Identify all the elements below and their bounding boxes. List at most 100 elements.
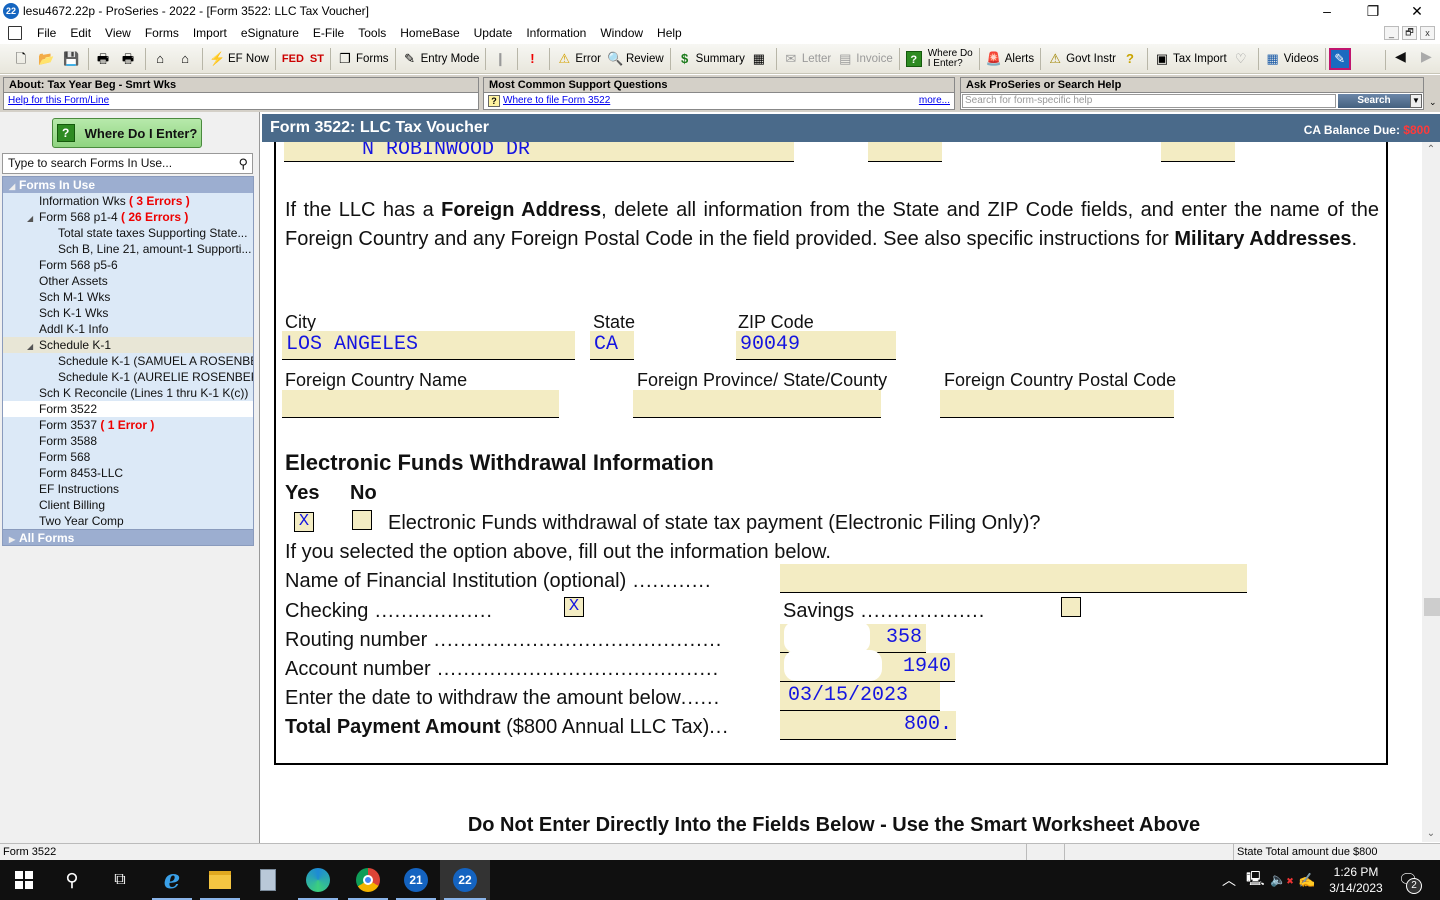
foreign-country-field[interactable] xyxy=(282,390,559,418)
action-center-button[interactable]: 🗨2 xyxy=(1398,860,1422,900)
foreign-province-field[interactable] xyxy=(633,390,881,418)
state-field[interactable]: CA xyxy=(590,331,634,360)
menu-import[interactable]: Import xyxy=(186,26,234,40)
taskbar-chrome[interactable] xyxy=(344,860,392,900)
ef-now-button[interactable]: ⚡ EF Now xyxy=(206,47,272,71)
menu-edit[interactable]: Edit xyxy=(63,26,98,40)
taskbar-calculator[interactable] xyxy=(244,860,292,900)
clock[interactable]: 1:26 PM 3/14/2023 xyxy=(1326,860,1386,900)
letter-button[interactable]: ✉ Letter xyxy=(780,47,834,71)
all-forms-header[interactable]: ▶ All Forms xyxy=(3,529,253,545)
menu-information[interactable]: Information xyxy=(519,26,593,40)
sidebar-form-item[interactable]: Sch K-1 Wks xyxy=(3,305,253,321)
help-button[interactable]: ? xyxy=(1119,47,1144,71)
taskbar-search-button[interactable]: ⚲ xyxy=(48,860,96,900)
sidebar-form-item[interactable]: Form 568 p5-6 xyxy=(3,257,253,273)
network-tray[interactable]: 🖳 xyxy=(1246,860,1265,900)
menu-forms[interactable]: Forms xyxy=(138,26,186,40)
fed-button[interactable]: FED xyxy=(279,47,307,71)
search-dropdown-icon[interactable]: ▼ xyxy=(1410,94,1422,108)
invoice-button[interactable]: ▤ Invoice xyxy=(834,47,895,71)
govt-instr-button[interactable]: ⚠ Govt Instr xyxy=(1044,47,1119,71)
st-button[interactable]: ST xyxy=(307,47,327,71)
form-scrollbar[interactable]: ⌃ ⌄ xyxy=(1422,142,1440,842)
expand-triangle-icon[interactable]: ◢ xyxy=(27,339,39,353)
foreign-postal-field[interactable] xyxy=(940,390,1174,418)
pen-tray[interactable]: ✍ xyxy=(1298,860,1315,900)
sidebar-form-item[interactable]: Information Wks ( 3 Errors ) xyxy=(3,193,253,209)
sidebar-form-item[interactable]: Form 3588 xyxy=(3,433,253,449)
menu-efile[interactable]: E-File xyxy=(306,26,351,40)
sidebar-form-item[interactable]: Form 8453-LLC xyxy=(3,465,253,481)
print-button[interactable]: 🖶 xyxy=(92,47,117,71)
sidebar-form-item[interactable]: Schedule K-1 (AURELIE ROSENBERG) xyxy=(3,369,253,385)
efw-no-checkbox[interactable] xyxy=(352,510,372,530)
scroll-down-icon[interactable]: ⌄ xyxy=(1422,826,1440,842)
ef-center-button[interactable]: ⌂ xyxy=(174,47,199,71)
alerts-button[interactable]: 🚨 Alerts xyxy=(983,47,1037,71)
menu-view[interactable]: View xyxy=(98,26,138,40)
where-do-i-enter-toolbar-button[interactable]: ? Where Do I Enter? xyxy=(903,47,976,71)
taskbar-proseries-2022[interactable]: 22 xyxy=(440,860,490,900)
withdraw-date-field[interactable]: 03/15/2023 xyxy=(780,682,940,711)
city-field[interactable]: LOS ANGELES xyxy=(282,331,575,360)
show-hidden-icons[interactable]: ︿ xyxy=(1222,860,1236,900)
total-payment-field[interactable]: 800. xyxy=(780,711,956,740)
mdi-close-button[interactable]: x xyxy=(1420,26,1435,40)
volume-tray[interactable]: 🔈✖ xyxy=(1270,860,1294,900)
heart-button[interactable]: ♡ xyxy=(1230,47,1255,71)
sidebar-form-item[interactable]: Addl K-1 Info xyxy=(3,321,253,337)
scroll-thumb[interactable] xyxy=(1424,598,1440,616)
mdi-restore-button[interactable]: 🗗 xyxy=(1402,26,1417,40)
entry-mode-button[interactable]: ✎ Entry Mode xyxy=(399,47,483,71)
financial-institution-field[interactable] xyxy=(780,564,1247,593)
forms-search-input[interactable]: Type to search Forms In Use... ⚲ xyxy=(2,153,253,174)
sidebar-form-item[interactable]: Form 568 xyxy=(3,449,253,465)
menu-esignature[interactable]: eSignature xyxy=(234,26,306,40)
sidebar-form-item[interactable]: Sch M-1 Wks xyxy=(3,289,253,305)
help-for-form-link[interactable]: Help for this Form/Line xyxy=(8,93,109,109)
taskbar-edge[interactable] xyxy=(294,860,342,900)
sidebar-form-item[interactable]: Form 3522 xyxy=(3,401,253,417)
efw-yes-checkbox[interactable]: X xyxy=(294,512,314,532)
menu-help[interactable]: Help xyxy=(650,26,689,40)
where-to-file-link[interactable]: Where to file Form 3522 xyxy=(503,93,610,109)
sidebar-form-item[interactable]: Form 3537 ( 1 Error ) xyxy=(3,417,253,433)
restore-button[interactable]: ❐ xyxy=(1350,0,1396,22)
sidebar-form-item[interactable]: EF Instructions xyxy=(3,481,253,497)
where-do-i-enter-button[interactable]: ? Where Do I Enter? xyxy=(52,118,202,148)
task-view-button[interactable]: ⧉ xyxy=(96,860,144,900)
new-button[interactable]: 🗋 xyxy=(10,47,35,71)
sidebar-form-item[interactable]: Total state taxes Supporting State... xyxy=(3,225,253,241)
mdi-minimize-button[interactable]: _ xyxy=(1384,26,1399,40)
taskbar-file-explorer[interactable] xyxy=(196,860,244,900)
savings-checkbox[interactable] xyxy=(1061,597,1081,617)
menu-tools[interactable]: Tools xyxy=(351,26,393,40)
sidebar-form-item[interactable]: Other Assets xyxy=(3,273,253,289)
override-button[interactable]: ❙ xyxy=(489,47,514,71)
menu-window[interactable]: Window xyxy=(593,26,650,40)
open-button[interactable]: 📂 xyxy=(35,47,60,71)
nav-forward-icon[interactable]: ▶ xyxy=(1421,48,1432,65)
sidebar-form-item[interactable]: Client Billing xyxy=(3,497,253,513)
menu-update[interactable]: Update xyxy=(467,26,520,40)
tax-import-button[interactable]: ▣ Tax Import xyxy=(1151,47,1230,71)
sidebar-form-item[interactable]: Two Year Comp xyxy=(3,513,253,529)
review-button[interactable]: 🔍 Review xyxy=(604,47,667,71)
forms-in-use-header[interactable]: ◢ Forms In Use xyxy=(3,177,253,193)
nav-back-icon[interactable]: ◀ xyxy=(1395,48,1406,65)
expand-triangle-icon[interactable]: ◢ xyxy=(27,211,39,225)
sidebar-form-item[interactable]: Schedule K-1 (SAMUEL A ROSENBE... xyxy=(3,353,253,369)
sidebar-form-item[interactable]: ◢ Schedule K-1 xyxy=(3,337,253,353)
more-link[interactable]: more... xyxy=(919,93,950,109)
help-search-input[interactable]: Search for form-specific help xyxy=(962,94,1336,108)
sidebar-form-item[interactable]: ◢ Form 568 p1-4 ( 26 Errors ) xyxy=(3,209,253,225)
document-menu-icon[interactable] xyxy=(8,26,22,40)
taskbar-proseries-2021[interactable]: 21 xyxy=(392,860,440,900)
street-unit-field[interactable] xyxy=(868,142,942,162)
menu-homebase[interactable]: HomeBase xyxy=(393,26,466,40)
checking-checkbox[interactable]: X xyxy=(564,597,584,617)
error-button[interactable]: ⚠ Error xyxy=(553,47,604,71)
forms-button[interactable]: ❐ Forms xyxy=(334,47,392,71)
sidebar-form-item[interactable]: Sch K Reconcile (Lines 1 thru K-1 K(c)) xyxy=(3,385,253,401)
